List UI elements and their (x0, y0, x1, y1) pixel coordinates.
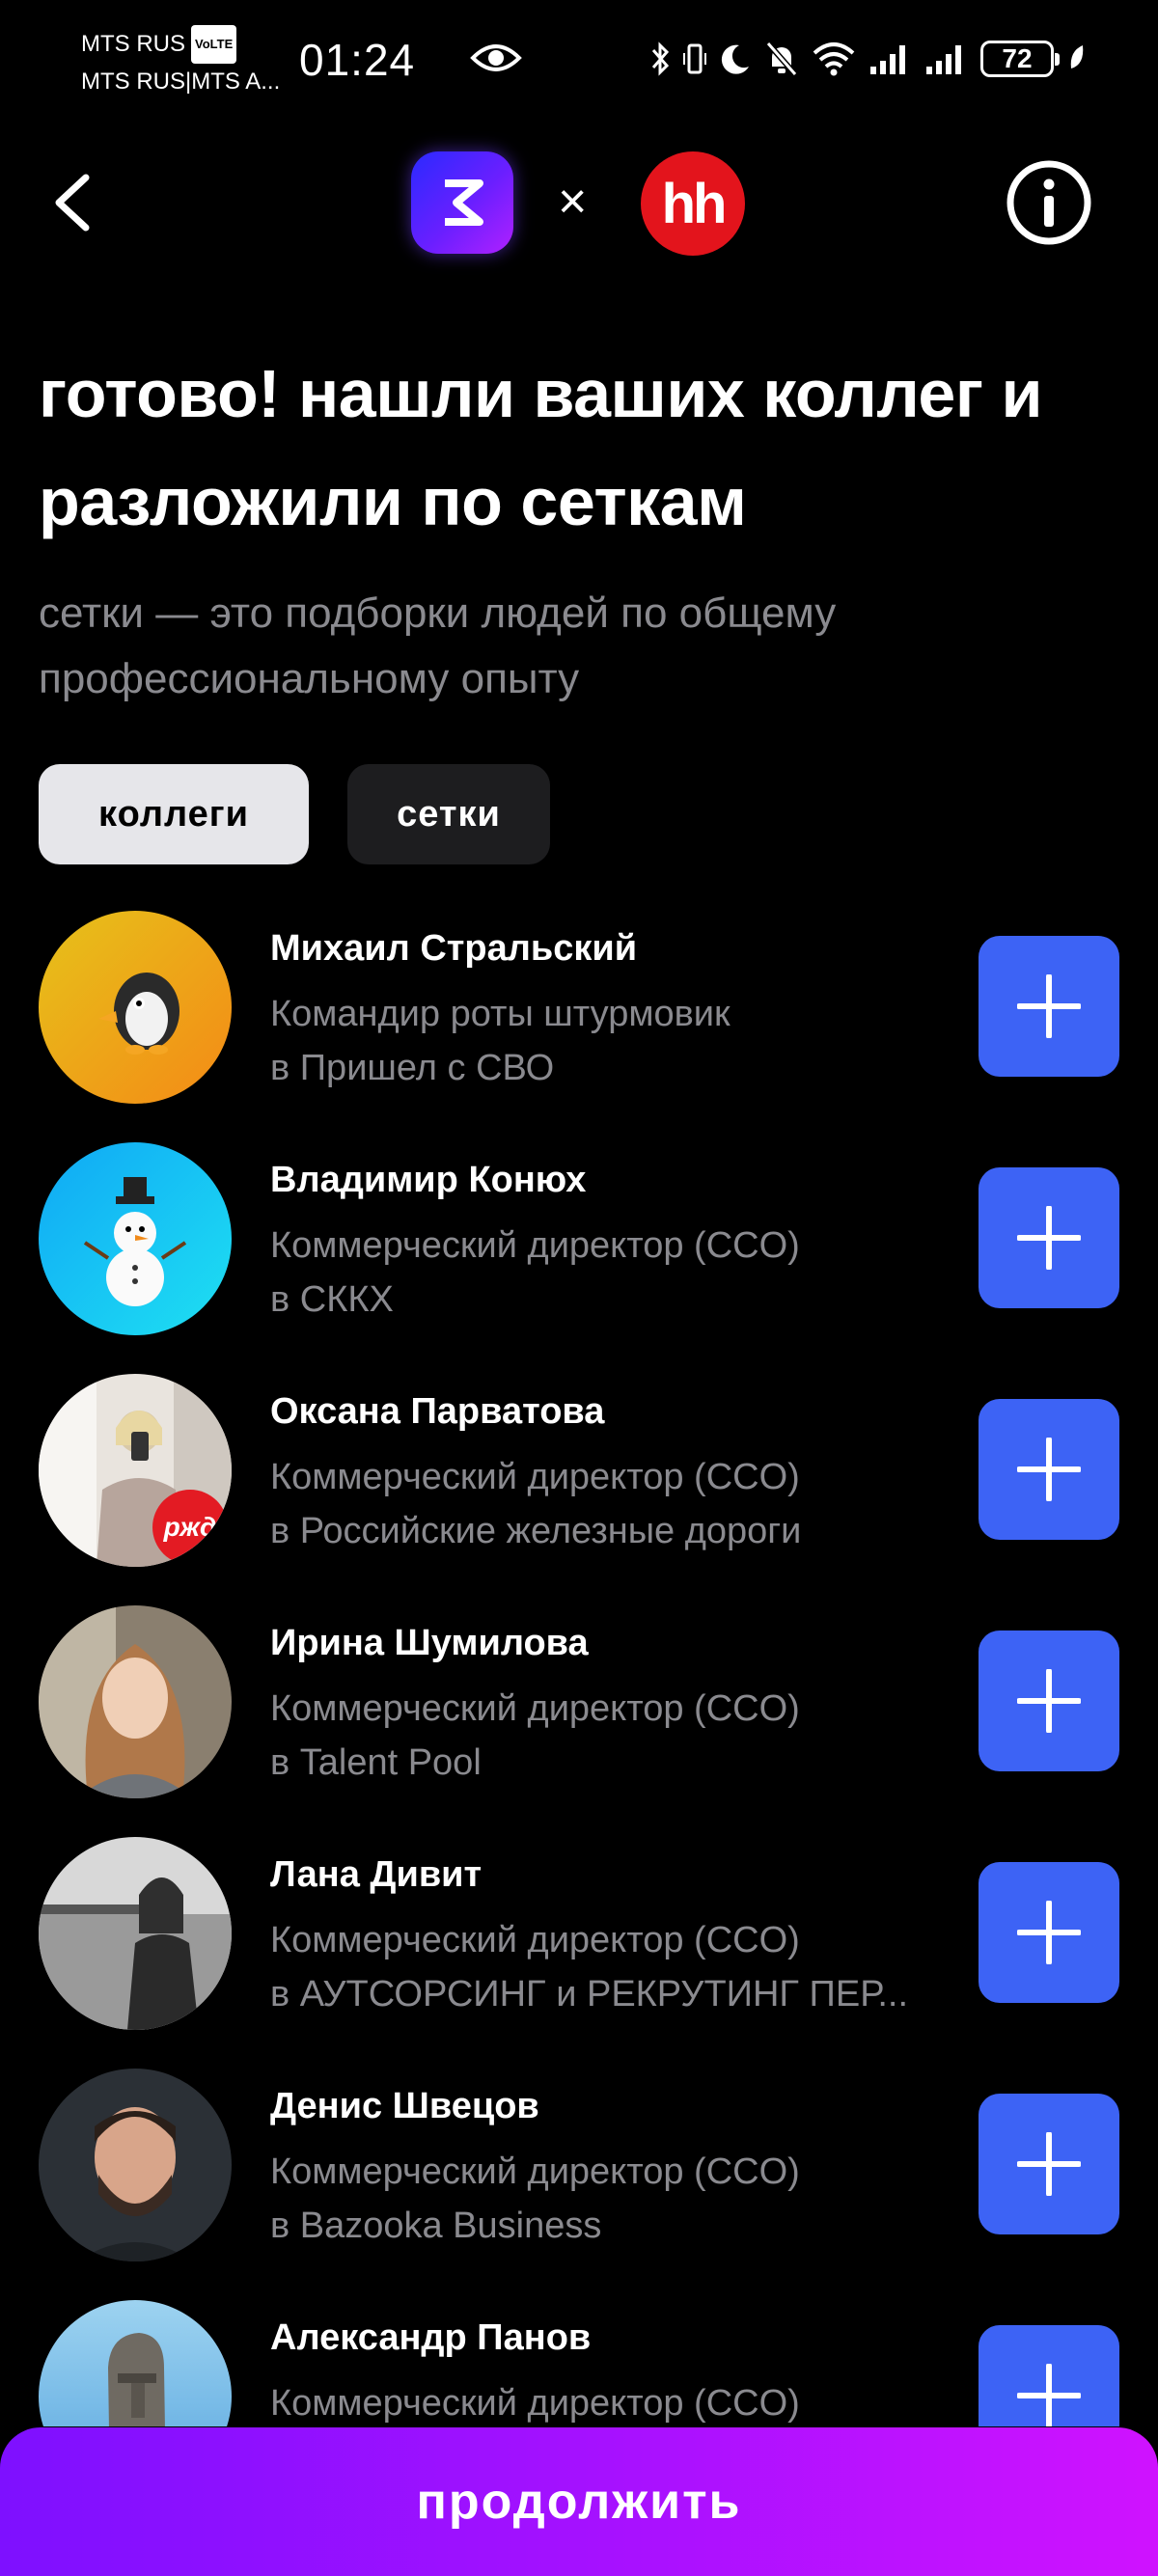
moon-icon (721, 44, 749, 74)
person-name: Михаил Стральский (270, 928, 638, 969)
person-company: в Пришел с СВО (270, 1048, 555, 1088)
list-item: Лана Дивит Коммерческий директор (CCO) в… (0, 1833, 1158, 2045)
back-button[interactable] (39, 169, 106, 236)
photo-avatar-icon (39, 1837, 232, 2030)
carrier-info: MTS RUS VoLTE MTS RUS|MTS A... (81, 25, 280, 100)
add-colleague-button[interactable] (979, 2325, 1119, 2426)
photo-avatar-icon (39, 1605, 232, 1798)
avatar[interactable] (39, 1605, 232, 1798)
person-company: в АУТСОРСИНГ и РЕКРУТИНГ ПЕР... (270, 1974, 909, 2014)
leaf-icon (1070, 45, 1084, 69)
info-button[interactable] (1006, 159, 1092, 246)
person-name: Денис Швецов (270, 2086, 539, 2126)
add-colleague-button[interactable] (979, 1167, 1119, 1308)
page-subtitle: сетки — это подборки людей по общему про… (39, 589, 837, 702)
person-company: в Российские железные дороги (270, 1511, 802, 1551)
carrier-line-1: MTS RUS (81, 31, 185, 57)
rzd-badge: ржд (152, 1490, 228, 1565)
plus-icon (1017, 1206, 1081, 1270)
times-sign: × (558, 174, 588, 230)
list-item: Владимир Конюх Коммерческий директор (CC… (0, 1138, 1158, 1351)
plus-icon (1017, 974, 1081, 1038)
tab-colleagues[interactable]: коллеги (39, 764, 309, 864)
plus-icon (1017, 2132, 1081, 2196)
plus-icon (1017, 2364, 1081, 2426)
person-role: Коммерческий директор (CCO) (270, 2151, 800, 2192)
person-role: Командир роты штурмовик (270, 994, 731, 1034)
eye-icon (470, 44, 522, 71)
person-name: Ирина Шумилова (270, 1623, 589, 1663)
bluetooth-icon (651, 41, 670, 76)
tab-grids[interactable]: сетки (347, 764, 550, 864)
add-colleague-button[interactable] (979, 2094, 1119, 2234)
avatar[interactable] (39, 2069, 232, 2261)
volte-badge: VoLTE (191, 25, 237, 64)
add-colleague-button[interactable] (979, 1631, 1119, 1771)
hh-logo: hh (641, 151, 745, 256)
signal-icon-2 (926, 45, 961, 74)
vibrate-icon (683, 43, 706, 74)
avatar[interactable] (39, 1142, 232, 1335)
plus-icon (1017, 1438, 1081, 1501)
list-item: Денис Швецов Коммерческий директор (CCO)… (0, 2065, 1158, 2277)
avatar[interactable] (39, 2300, 232, 2426)
wifi-icon (813, 42, 855, 76)
add-colleague-button[interactable] (979, 936, 1119, 1077)
person-name: Владимир Конюх (270, 1160, 587, 1200)
status-icons: 72 (650, 35, 1087, 83)
add-colleague-button[interactable] (979, 1862, 1119, 2003)
hh-logo-text: hh (661, 172, 728, 235)
avatar[interactable]: ржд (39, 1374, 232, 1567)
person-company: в Bazooka Business (270, 2206, 602, 2246)
continue-button[interactable]: продолжить (0, 2427, 1158, 2576)
colleagues-list[interactable]: Михаил Стральский Командир роты штурмови… (0, 907, 1158, 2426)
bell-muted-icon (765, 41, 798, 76)
person-role: Коммерческий директор (CCO) (270, 1225, 800, 1266)
plus-icon (1017, 1901, 1081, 1964)
setka-logo-icon (445, 179, 483, 226)
add-colleague-button[interactable] (979, 1399, 1119, 1540)
person-role: Коммерческий директор (CCO) (270, 1457, 800, 1497)
penguin-avatar-icon (39, 911, 232, 1104)
setka-logo (411, 151, 513, 254)
person-name: Оксана Парватова (270, 1391, 605, 1432)
list-item: ржд Оксана Парватова Коммерческий директ… (0, 1370, 1158, 1582)
person-name: Лана Дивит (270, 1854, 482, 1895)
list-item: Михаил Стральский Командир роты штурмови… (0, 907, 1158, 1119)
photo-avatar-icon (39, 2069, 232, 2261)
avatar[interactable] (39, 1837, 232, 2030)
person-role: Коммерческий директор (CCO) (270, 2383, 800, 2424)
snowman-avatar-icon (39, 1142, 232, 1335)
carrier-line-2: MTS RUS|MTS A... (81, 69, 281, 95)
signal-icon-1 (870, 45, 905, 74)
person-role: Коммерческий директор (CCO) (270, 1920, 800, 1960)
person-name: Александр Панов (270, 2317, 592, 2358)
plus-icon (1017, 1669, 1081, 1733)
status-time: 01:24 (299, 35, 416, 85)
rzd-badge-text: ржд (163, 1512, 217, 1542)
list-item: Ирина Шумилова Коммерческий директор (CC… (0, 1602, 1158, 1814)
avatar[interactable] (39, 911, 232, 1104)
person-role: Коммерческий директор (CCO) (270, 1688, 800, 1729)
page-title: готово! нашли ваших коллег и разложили п… (39, 356, 1043, 539)
moai-avatar-icon (39, 2300, 232, 2426)
battery-indicator: 72 (980, 41, 1060, 77)
person-company: в СККХ (270, 1279, 394, 1320)
battery-level: 72 (1002, 43, 1033, 73)
list-item: Александр Панов Коммерческий директор (C… (0, 2296, 1158, 2426)
status-bar: MTS RUS VoLTE MTS RUS|MTS A... 01:24 72 (0, 0, 1158, 125)
header-bar: × hh (0, 140, 1158, 265)
tabs: коллеги сетки (39, 764, 550, 864)
chevron-left-icon (55, 174, 90, 232)
person-company: в Talent Pool (270, 1742, 482, 1783)
